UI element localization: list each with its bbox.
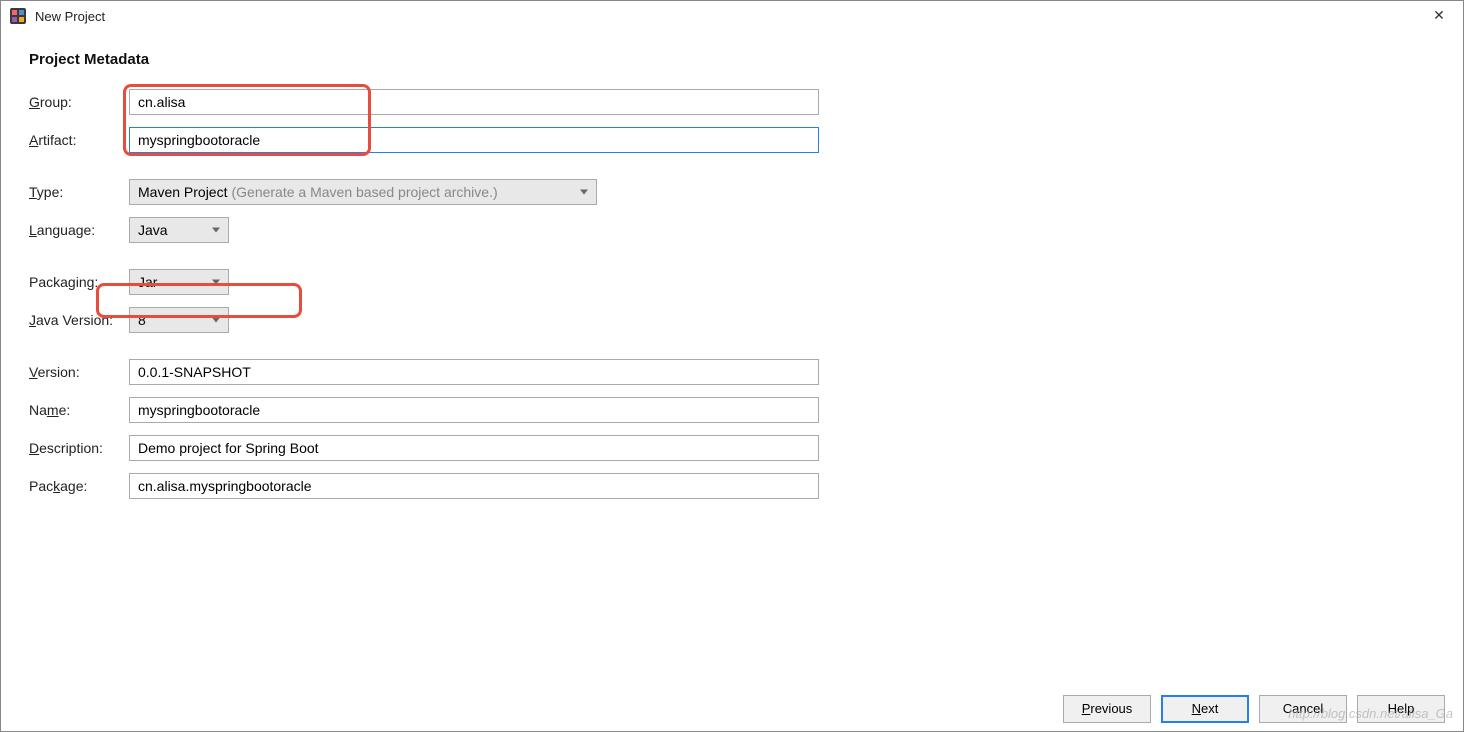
name-input[interactable] bbox=[129, 397, 819, 423]
label-packaging: Packaging: bbox=[29, 274, 129, 290]
row-type: Type: Maven Project (Generate a Maven ba… bbox=[29, 178, 1435, 206]
help-button[interactable]: Help bbox=[1357, 695, 1445, 723]
row-packaging: Packaging: Jar bbox=[29, 268, 1435, 296]
label-type: Type: bbox=[29, 184, 129, 200]
artifact-input[interactable] bbox=[129, 127, 819, 153]
language-value: Java bbox=[138, 222, 168, 238]
next-button[interactable]: Next bbox=[1161, 695, 1249, 723]
language-dropdown[interactable]: Java bbox=[129, 217, 229, 243]
label-artifact: Artifact: bbox=[29, 132, 129, 148]
content-area: Project Metadata Group: Artifact: Type: … bbox=[1, 31, 1463, 500]
row-artifact: Artifact: bbox=[29, 126, 1435, 154]
row-description: Description: bbox=[29, 434, 1435, 462]
close-icon[interactable]: ✕ bbox=[1429, 7, 1449, 24]
type-dropdown[interactable]: Maven Project (Generate a Maven based pr… bbox=[129, 179, 597, 205]
type-hint: (Generate a Maven based project archive.… bbox=[231, 184, 497, 200]
java-version-dropdown[interactable]: 8 bbox=[129, 307, 229, 333]
label-name: Name: bbox=[29, 402, 129, 418]
group-input[interactable] bbox=[129, 89, 819, 115]
label-language: Language: bbox=[29, 222, 129, 238]
app-icon bbox=[9, 7, 27, 25]
row-group: Group: bbox=[29, 88, 1435, 116]
titlebar: New Project ✕ bbox=[1, 1, 1463, 31]
label-description: Description: bbox=[29, 440, 129, 456]
java-version-value: 8 bbox=[138, 312, 146, 328]
label-java-version: Java Version: bbox=[29, 312, 129, 328]
label-version: Version: bbox=[29, 364, 129, 380]
previous-button[interactable]: Previous bbox=[1063, 695, 1151, 723]
label-package: Package: bbox=[29, 478, 129, 494]
row-language: Language: Java bbox=[29, 216, 1435, 244]
packaging-dropdown[interactable]: Jar bbox=[129, 269, 229, 295]
row-package: Package: bbox=[29, 472, 1435, 500]
row-java-version: Java Version: 8 bbox=[29, 306, 1435, 334]
label-group: Group: bbox=[29, 94, 129, 110]
section-title: Project Metadata bbox=[29, 51, 1435, 68]
type-value: Maven Project bbox=[138, 184, 227, 200]
cancel-button[interactable]: Cancel bbox=[1259, 695, 1347, 723]
footer: Previous Next Cancel Help bbox=[1, 685, 1463, 731]
description-input[interactable] bbox=[129, 435, 819, 461]
window-title: New Project bbox=[35, 9, 105, 24]
row-name: Name: bbox=[29, 396, 1435, 424]
packaging-value: Jar bbox=[138, 274, 157, 290]
package-input[interactable] bbox=[129, 473, 819, 499]
row-version: Version: bbox=[29, 358, 1435, 386]
version-input[interactable] bbox=[129, 359, 819, 385]
